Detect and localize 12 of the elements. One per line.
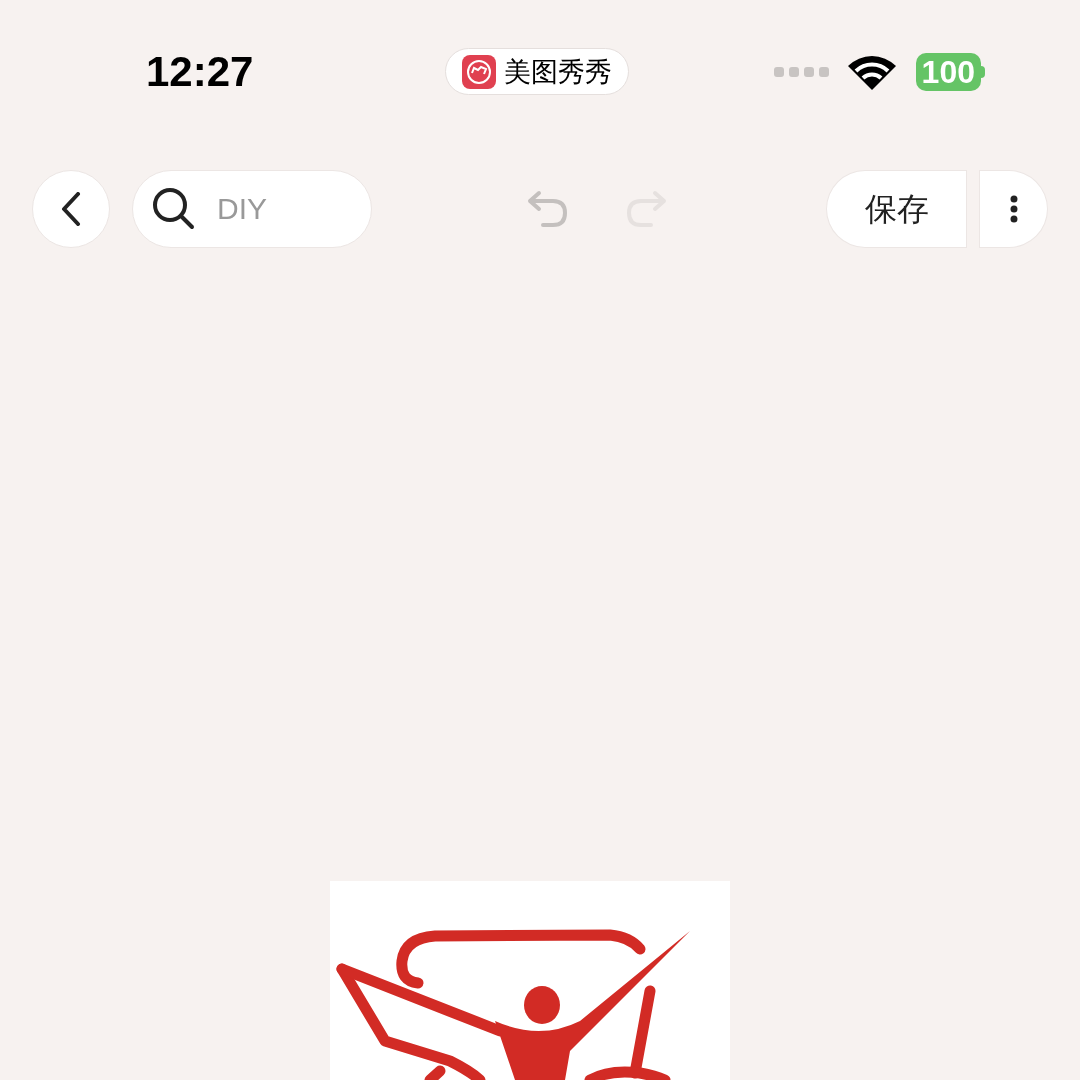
save-button[interactable]: 保存	[826, 170, 967, 248]
status-time: 12:27	[146, 50, 255, 93]
app-logo-icon	[462, 54, 496, 89]
signal-icon	[773, 66, 830, 77]
search-icon	[152, 187, 196, 231]
more-button[interactable]	[979, 170, 1048, 248]
wifi-icon	[847, 53, 896, 90]
search-field[interactable]: DIY	[132, 170, 372, 248]
battery-indicator: 100	[915, 52, 985, 91]
more-icon	[1009, 195, 1018, 223]
back-icon	[61, 192, 81, 226]
app-badge[interactable]: 美图秀秀	[445, 48, 629, 95]
